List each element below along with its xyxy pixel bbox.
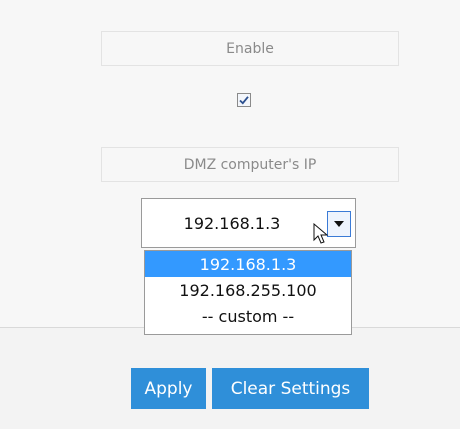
apply-button[interactable]: Apply xyxy=(131,368,206,409)
enable-label-box: Enable xyxy=(101,31,399,66)
dropdown-option[interactable]: 192.168.255.100 xyxy=(145,277,351,303)
checkmark-icon xyxy=(239,96,249,105)
dmz-ip-label-box: DMZ computer's IP xyxy=(101,147,399,182)
dropdown-option[interactable]: 192.168.1.3 xyxy=(145,251,351,277)
dmz-ip-select-value: 192.168.1.3 xyxy=(183,213,281,233)
dmz-ip-dropdown-list: 192.168.1.3 192.168.255.100 -- custom -- xyxy=(144,250,352,335)
chevron-down-icon xyxy=(334,221,344,227)
enable-checkbox[interactable] xyxy=(237,93,251,107)
dmz-ip-label: DMZ computer's IP xyxy=(183,156,317,173)
clear-settings-button[interactable]: Clear Settings xyxy=(212,368,369,409)
enable-label: Enable xyxy=(226,40,274,57)
dropdown-arrow-button[interactable] xyxy=(327,211,351,237)
mouse-cursor-icon xyxy=(313,222,329,249)
dropdown-option[interactable]: -- custom -- xyxy=(145,303,351,329)
